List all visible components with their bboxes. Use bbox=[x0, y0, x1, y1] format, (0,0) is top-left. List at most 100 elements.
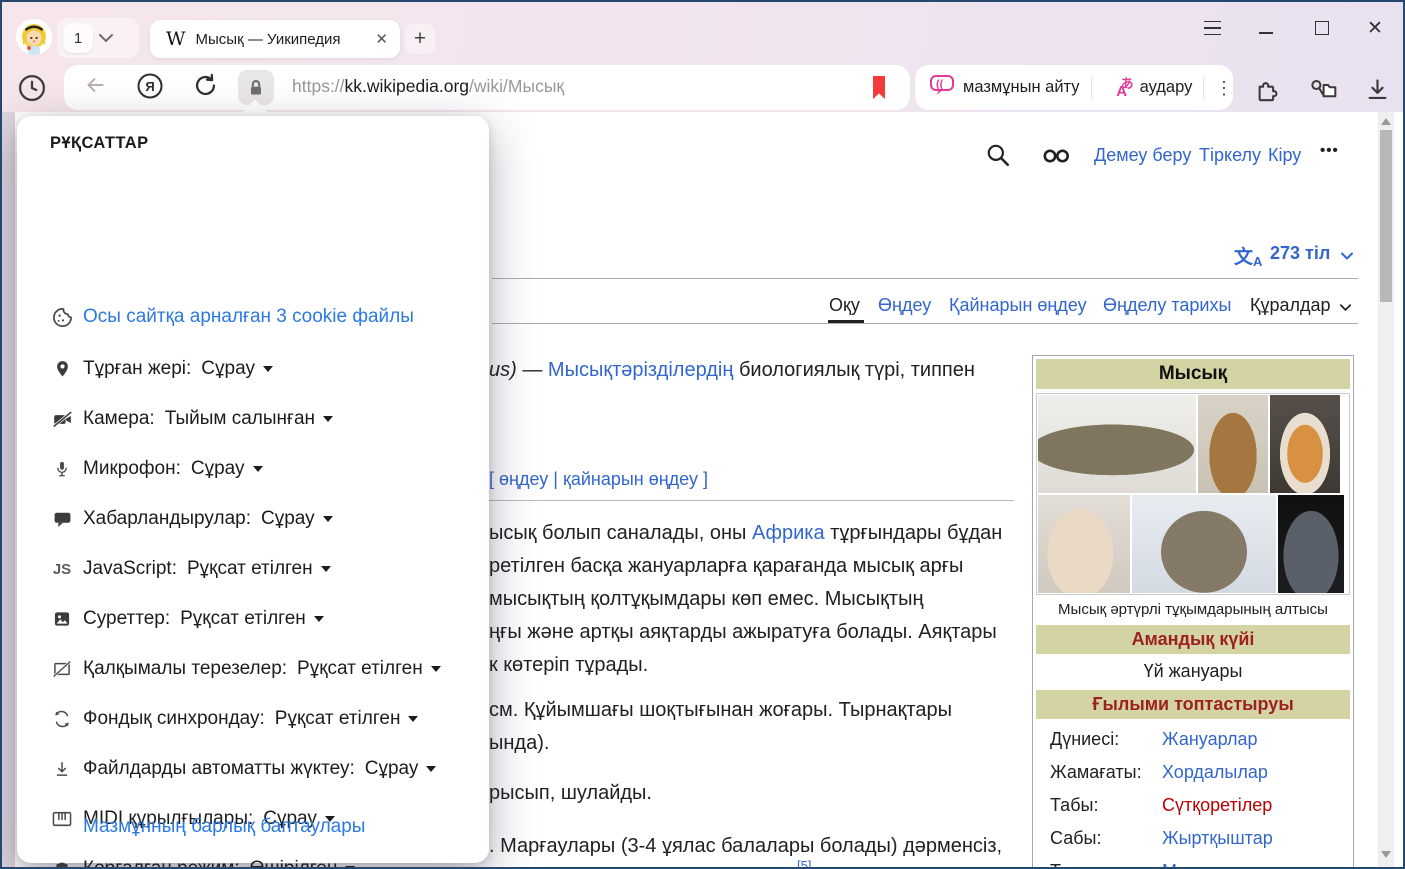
more-actions-icon[interactable]: ⋮ bbox=[1215, 83, 1233, 93]
wiki-search-button[interactable] bbox=[985, 142, 1011, 173]
yandex-services-button[interactable]: Я bbox=[136, 72, 164, 105]
taxon-link[interactable]: Жануарлар bbox=[1162, 729, 1258, 750]
tab-history[interactable]: Өңделу тарихы bbox=[1103, 295, 1231, 316]
extensions-button[interactable] bbox=[1254, 76, 1281, 108]
wiki-more-menu[interactable]: ••• bbox=[1320, 142, 1339, 159]
chevron-down-icon[interactable] bbox=[93, 18, 119, 58]
permission-value-dropdown[interactable]: Сұрау bbox=[201, 358, 255, 380]
conservation-status-header: Амандық күйі bbox=[1036, 625, 1350, 654]
glasses-icon bbox=[1042, 147, 1072, 165]
dropdown-arrow-icon[interactable] bbox=[263, 366, 273, 372]
permission-value-dropdown[interactable]: Сұрау bbox=[191, 458, 245, 480]
close-button[interactable]: ✕ bbox=[1365, 16, 1385, 40]
downloads-button[interactable] bbox=[1364, 76, 1391, 108]
permission-value-dropdown[interactable]: Рұқсат етілген bbox=[275, 708, 401, 730]
history-button[interactable] bbox=[17, 73, 47, 108]
cat-photo[interactable] bbox=[1278, 495, 1344, 593]
dropdown-arrow-icon[interactable] bbox=[408, 716, 418, 722]
cat-photo[interactable] bbox=[1038, 395, 1196, 493]
permission-row-popups: Қалқымалы терезелер: Рұқсат етілген bbox=[50, 656, 441, 682]
dropdown-arrow-icon[interactable] bbox=[323, 516, 333, 522]
auto-download-icon bbox=[50, 757, 74, 781]
chevron-down-icon[interactable] bbox=[1338, 247, 1356, 265]
wikipedia-favicon: W bbox=[166, 28, 186, 50]
clock-icon bbox=[17, 73, 47, 103]
tab-group-control[interactable]: 1 bbox=[57, 18, 139, 58]
profile-avatar[interactable] bbox=[16, 19, 52, 55]
refresh-button[interactable] bbox=[192, 72, 219, 104]
taxonomy-row: Табы: Сүтқоретілер bbox=[1036, 789, 1350, 822]
read-aloud-button[interactable]: мазмұнын айту bbox=[963, 78, 1080, 97]
scroll-down-arrow[interactable] bbox=[1381, 851, 1391, 858]
article-line: см. Құйымшағы шоқтығынан жоғары. Тырнақт… bbox=[489, 699, 952, 722]
africa-link[interactable]: Африка bbox=[752, 522, 825, 544]
taxon-link[interactable]: Жыртқыштар bbox=[1162, 828, 1273, 849]
permission-row-microphone: Микрофон: Сұрау bbox=[50, 456, 263, 482]
tab-close-icon[interactable]: ✕ bbox=[375, 30, 388, 48]
language-icon: 文A bbox=[1234, 242, 1262, 269]
language-selector-button[interactable]: 273 тіл bbox=[1270, 243, 1330, 264]
maximize-button[interactable] bbox=[1312, 16, 1332, 40]
microphone-icon bbox=[50, 457, 74, 481]
permission-row-auto-download: Файлдарды автоматты жүктеу: Сұрау bbox=[50, 756, 436, 782]
new-tab-button[interactable]: + bbox=[405, 24, 435, 54]
active-tab[interactable]: W Мысық — Уикипедия ✕ bbox=[150, 20, 400, 58]
taxobox: Мысық Мысық әртүрлі тұқымдарының алтысы … bbox=[1032, 355, 1354, 869]
dropdown-arrow-icon[interactable] bbox=[253, 466, 263, 472]
url-text[interactable]: https://kk.wikipedia.org/wiki/Мысық bbox=[292, 76, 564, 97]
taxon-link[interactable]: Мысықтар bbox=[1162, 861, 1248, 869]
translate-button[interactable]: аудару bbox=[1140, 78, 1193, 97]
tab-edit[interactable]: Өңдеу bbox=[878, 295, 931, 316]
permission-value-dropdown[interactable]: Тыйым салынған bbox=[165, 408, 315, 430]
permission-value-dropdown[interactable]: Сұрау bbox=[365, 758, 419, 780]
back-arrow-icon bbox=[82, 72, 108, 98]
section-edit-links[interactable]: [ өңдеу | қайнарын өңдеу ] bbox=[489, 469, 708, 490]
menu-hamburger-icon[interactable] bbox=[1202, 16, 1222, 40]
dropdown-arrow-icon[interactable] bbox=[431, 666, 441, 672]
divider bbox=[1203, 77, 1204, 99]
cookies-link[interactable]: Осы сайтқа арналған 3 cookie файлы bbox=[83, 306, 414, 328]
all-content-settings-link[interactable]: Мазмұнның барлық баптаулары bbox=[83, 816, 365, 838]
minimize-button[interactable] bbox=[1256, 16, 1276, 40]
taxon-link-red[interactable]: Сүтқоретілер bbox=[1162, 795, 1272, 816]
permission-value-dropdown[interactable]: Рұқсат етілген bbox=[187, 558, 313, 580]
page-actions-bar: (( мазмұнын айту Aあ аудару ⋮ bbox=[915, 65, 1233, 110]
back-button[interactable] bbox=[82, 72, 108, 103]
permission-value-dropdown[interactable]: Рұқсат етілген bbox=[297, 658, 423, 680]
scrollbar-thumb[interactable] bbox=[1380, 130, 1392, 302]
wiki-appearance-button[interactable] bbox=[1042, 147, 1072, 170]
bookmark-flag-button[interactable] bbox=[870, 75, 888, 106]
download-icon bbox=[1364, 76, 1391, 103]
wiki-donate-link[interactable]: Демеу беру bbox=[1094, 145, 1191, 166]
background-sync-icon bbox=[50, 707, 74, 731]
tab-tools[interactable]: Құралдар bbox=[1250, 295, 1331, 316]
chevron-down-icon[interactable] bbox=[1337, 299, 1354, 316]
reference-link[interactable]: [5] bbox=[797, 858, 811, 869]
passwords-button[interactable] bbox=[1308, 76, 1337, 108]
felidae-link[interactable]: Мысықтәрізділердің bbox=[548, 359, 733, 381]
tab-read[interactable]: Оқу bbox=[829, 295, 860, 316]
cat-photo[interactable] bbox=[1270, 395, 1340, 493]
wiki-register-link[interactable]: Тіркелу bbox=[1199, 145, 1261, 166]
tab-edit-source[interactable]: Қайнарын өңдеу bbox=[949, 295, 1087, 316]
taxon-link[interactable]: Хордалылар bbox=[1162, 762, 1268, 783]
notifications-icon bbox=[50, 507, 74, 531]
scroll-up-arrow[interactable] bbox=[1381, 118, 1391, 125]
cookie-icon bbox=[50, 305, 74, 329]
species-name-fragment: us) bbox=[489, 359, 517, 381]
cat-photo[interactable] bbox=[1132, 495, 1276, 593]
dropdown-arrow-icon[interactable] bbox=[426, 766, 436, 772]
dropdown-arrow-icon[interactable] bbox=[321, 566, 331, 572]
permission-value-dropdown[interactable]: Сұрау bbox=[261, 508, 315, 530]
cat-photo[interactable] bbox=[1038, 495, 1130, 593]
dropdown-arrow-icon[interactable] bbox=[314, 616, 324, 622]
permission-value-dropdown[interactable]: Рұқсат етілген bbox=[180, 608, 306, 630]
wiki-login-link[interactable]: Кіру bbox=[1268, 145, 1301, 166]
tab-count-badge[interactable]: 1 bbox=[63, 23, 93, 53]
permission-value-dropdown[interactable]: Өшірілген bbox=[250, 858, 338, 869]
article-line: мысықтың қолтұқымдары көп емес. Мысықтың bbox=[489, 588, 923, 611]
camera-off-icon bbox=[50, 407, 74, 431]
dropdown-arrow-icon[interactable] bbox=[323, 416, 333, 422]
taxonomy-row: Сабы: Жыртқыштар bbox=[1036, 822, 1350, 855]
cat-photo[interactable] bbox=[1198, 395, 1268, 493]
